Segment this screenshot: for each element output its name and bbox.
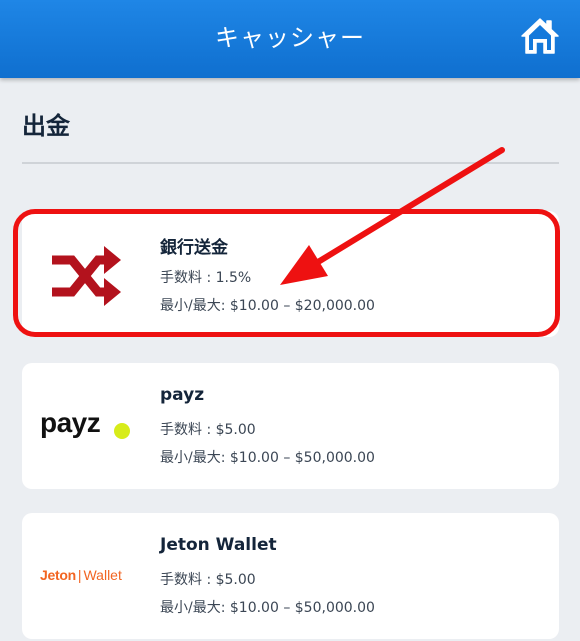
section-divider — [22, 162, 559, 164]
method-name: payz — [160, 385, 205, 405]
payz-logo-text: payz — [40, 407, 101, 438]
jeton-logo-brand: Jeton — [40, 567, 76, 583]
method-card-bank-transfer[interactable]: 銀行送金 手数料 : 1.5% 最小/最大: $10.00 – $20,000.… — [22, 211, 559, 337]
method-fee: 手数料 : $5.00 — [160, 422, 256, 438]
method-limits: 最小/最大: $10.00 – $50,000.00 — [160, 450, 375, 466]
jeton-logo-text: Jeton | Wallet — [40, 567, 122, 583]
bank-transfer-logo — [22, 211, 160, 337]
method-card-payz[interactable]: payz payz 手数料 : $5.00 最小/最大: $10.00 – $5… — [22, 363, 559, 489]
section-title: 出金 — [22, 112, 70, 140]
jeton-wallet-logo: Jeton | Wallet — [22, 513, 160, 639]
page-title: キャッシャー — [215, 24, 365, 52]
home-icon — [521, 18, 559, 54]
jeton-logo-wallet: Wallet — [83, 567, 122, 583]
method-limits: 最小/最大: $10.00 – $50,000.00 — [160, 600, 375, 616]
shuffle-icon — [52, 246, 121, 306]
header-bar: キャッシャー — [0, 0, 580, 78]
method-name: Jeton Wallet — [160, 535, 277, 555]
method-fee: 手数料 : 1.5% — [160, 270, 252, 286]
method-name: 銀行送金 — [160, 238, 228, 258]
payz-logo-dot — [114, 423, 130, 439]
method-card-jeton-wallet[interactable]: Jeton | Wallet Jeton Wallet 手数料 : $5.00 最小… — [22, 513, 559, 639]
method-limits: 最小/最大: $10.00 – $20,000.00 — [160, 298, 375, 314]
payz-logo: payz — [22, 363, 160, 489]
home-button[interactable] — [520, 16, 560, 56]
method-fee: 手数料 : $5.00 — [160, 572, 256, 588]
jeton-logo-separator: | — [77, 567, 82, 583]
